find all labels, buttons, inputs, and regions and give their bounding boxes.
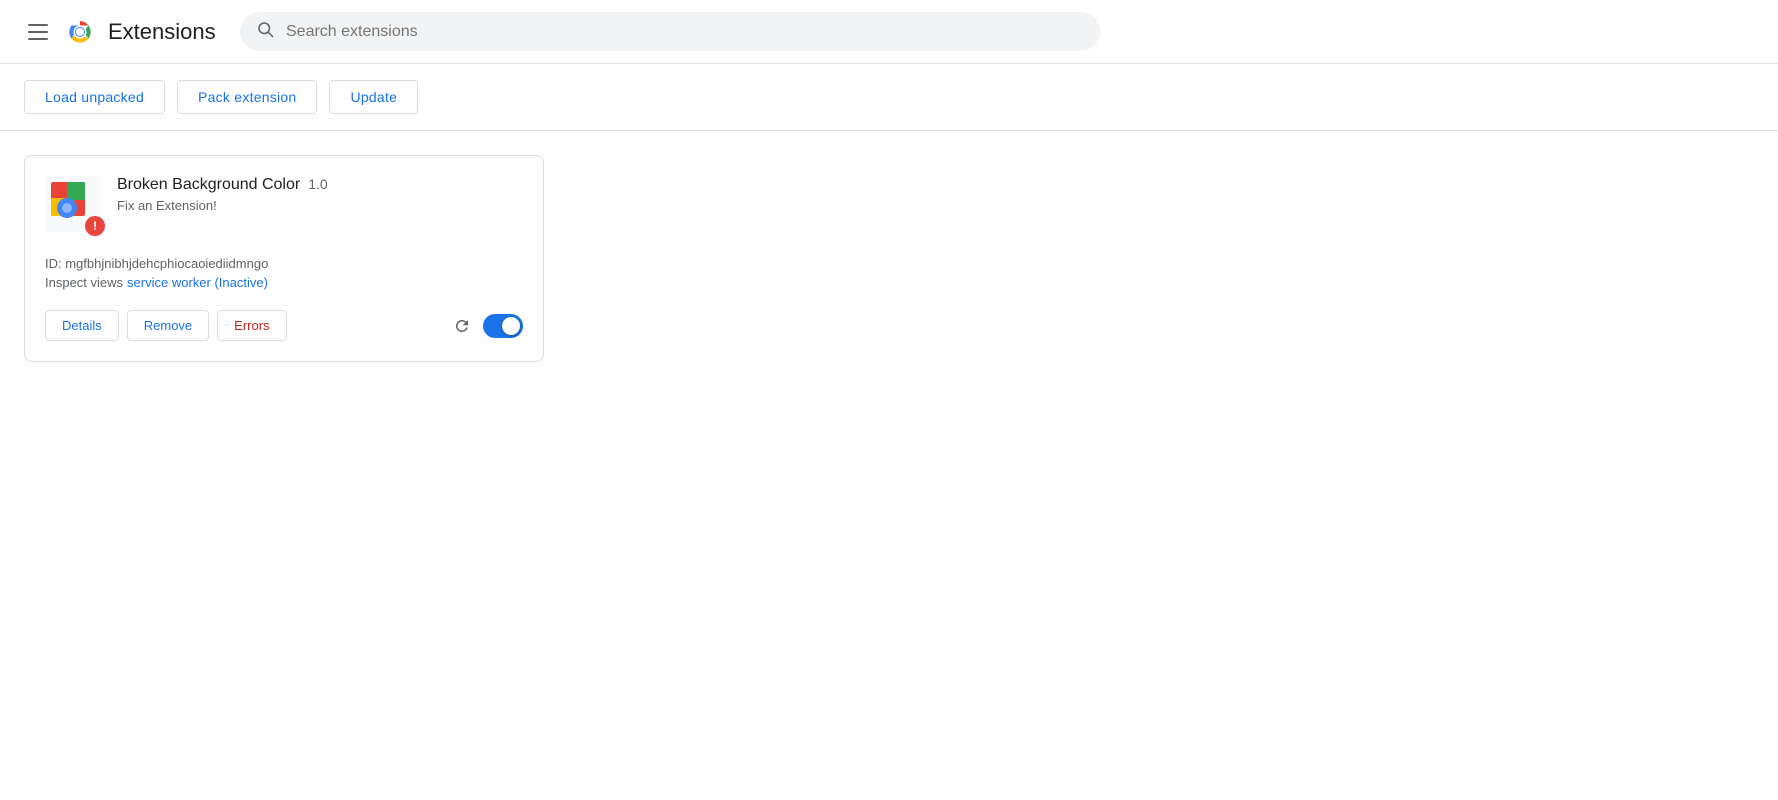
extension-description: Fix an Extension! [117, 198, 523, 213]
inspect-views-label: Inspect views [45, 275, 123, 290]
reload-button[interactable] [449, 313, 475, 339]
card-top: ! Broken Background Color 1.0 Fix an Ext… [45, 176, 523, 232]
main-content: ! Broken Background Color 1.0 Fix an Ext… [0, 131, 1778, 386]
extension-version: 1.0 [308, 176, 327, 192]
extension-id: ID: mgfbhjnibhjdehcphiocaoiediidmngo [45, 256, 523, 271]
extension-info: Broken Background Color 1.0 Fix an Exten… [117, 176, 523, 213]
header-left: Extensions [24, 16, 224, 48]
pack-extension-button[interactable]: Pack extension [177, 80, 317, 114]
extension-card: ! Broken Background Color 1.0 Fix an Ext… [24, 155, 544, 362]
service-worker-link[interactable]: service worker (Inactive) [127, 275, 268, 290]
chrome-logo-icon [64, 16, 96, 48]
inspect-views-row: Inspect views service worker (Inactive) [45, 275, 523, 290]
details-button[interactable]: Details [45, 310, 119, 341]
card-footer: Details Remove Errors [45, 310, 523, 341]
search-icon [256, 20, 274, 43]
remove-button[interactable]: Remove [127, 310, 209, 341]
extension-icon-wrap: ! [45, 176, 101, 232]
error-badge: ! [85, 216, 105, 236]
search-input[interactable] [286, 23, 1084, 41]
toolbar: Load unpacked Pack extension Update [0, 64, 1778, 131]
search-box [240, 12, 1100, 51]
menu-icon[interactable] [24, 20, 52, 44]
load-unpacked-button[interactable]: Load unpacked [24, 80, 165, 114]
reload-icon [453, 317, 471, 335]
page-header: Extensions [0, 0, 1778, 64]
extension-name-row: Broken Background Color 1.0 [117, 176, 523, 194]
extension-name: Broken Background Color [117, 176, 300, 194]
extension-toggle[interactable] [483, 314, 523, 338]
errors-button[interactable]: Errors [217, 310, 286, 341]
toggle-thumb [502, 317, 520, 335]
extension-meta: ID: mgfbhjnibhjdehcphiocaoiediidmngo Ins… [45, 256, 523, 290]
search-container [240, 12, 1100, 51]
page-title: Extensions [108, 19, 216, 45]
update-button[interactable]: Update [329, 80, 418, 114]
